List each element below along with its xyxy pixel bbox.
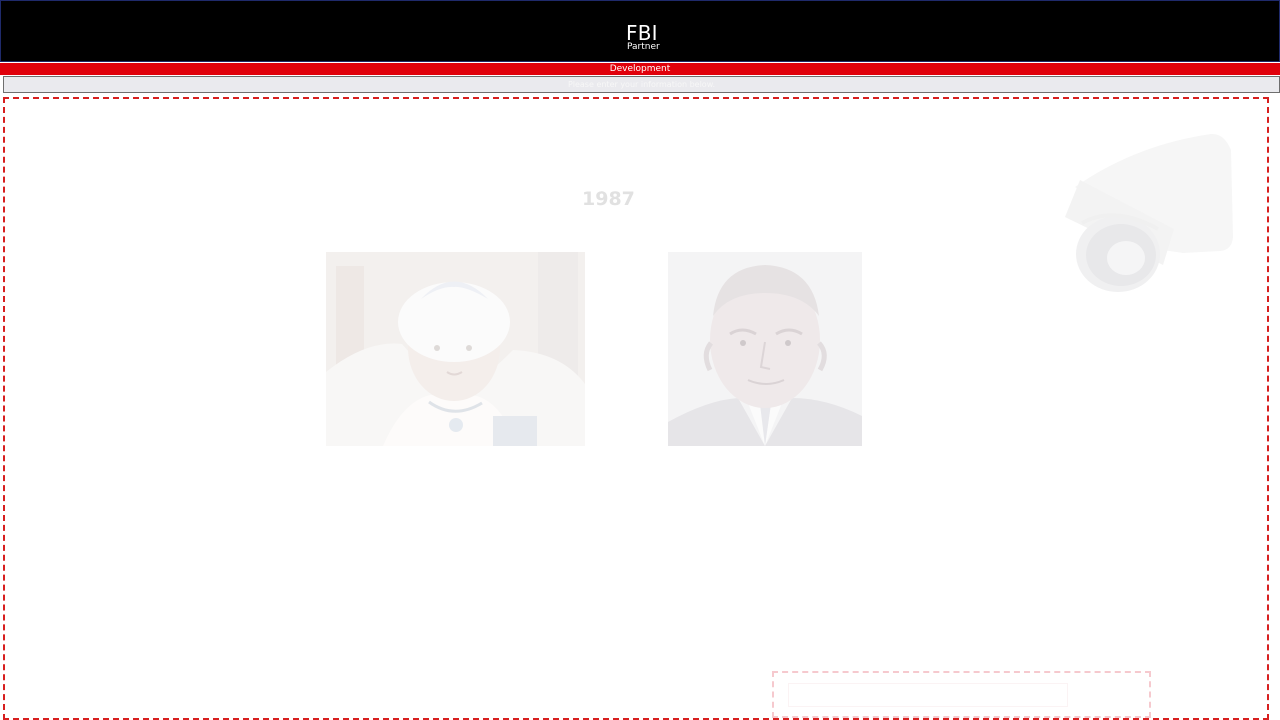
bottom-panel-inner-box — [788, 683, 1068, 707]
environment-label: Development — [609, 64, 671, 74]
notice-text: Please enter your information below. — [567, 80, 716, 89]
portrait-man-suit — [668, 252, 862, 446]
environment-bar: Development — [0, 63, 1280, 75]
security-camera-icon — [1060, 133, 1240, 298]
brand-subtitle: Partner — [627, 42, 660, 52]
portrait-man-graphic — [668, 252, 862, 446]
app-window: FBI Partner Development Please enter you… — [0, 0, 1280, 720]
portrait-woman-graphic — [326, 252, 585, 446]
portrait-woman-tiara — [326, 252, 585, 446]
camera-graphic — [1065, 133, 1233, 292]
notice-bar: Please enter your information below. — [3, 76, 1280, 93]
year-label: 1987 — [582, 188, 635, 210]
header-bar: FBI Partner — [0, 0, 1280, 62]
bottom-panel — [772, 671, 1151, 718]
content-stage: 1987 — [3, 97, 1269, 720]
